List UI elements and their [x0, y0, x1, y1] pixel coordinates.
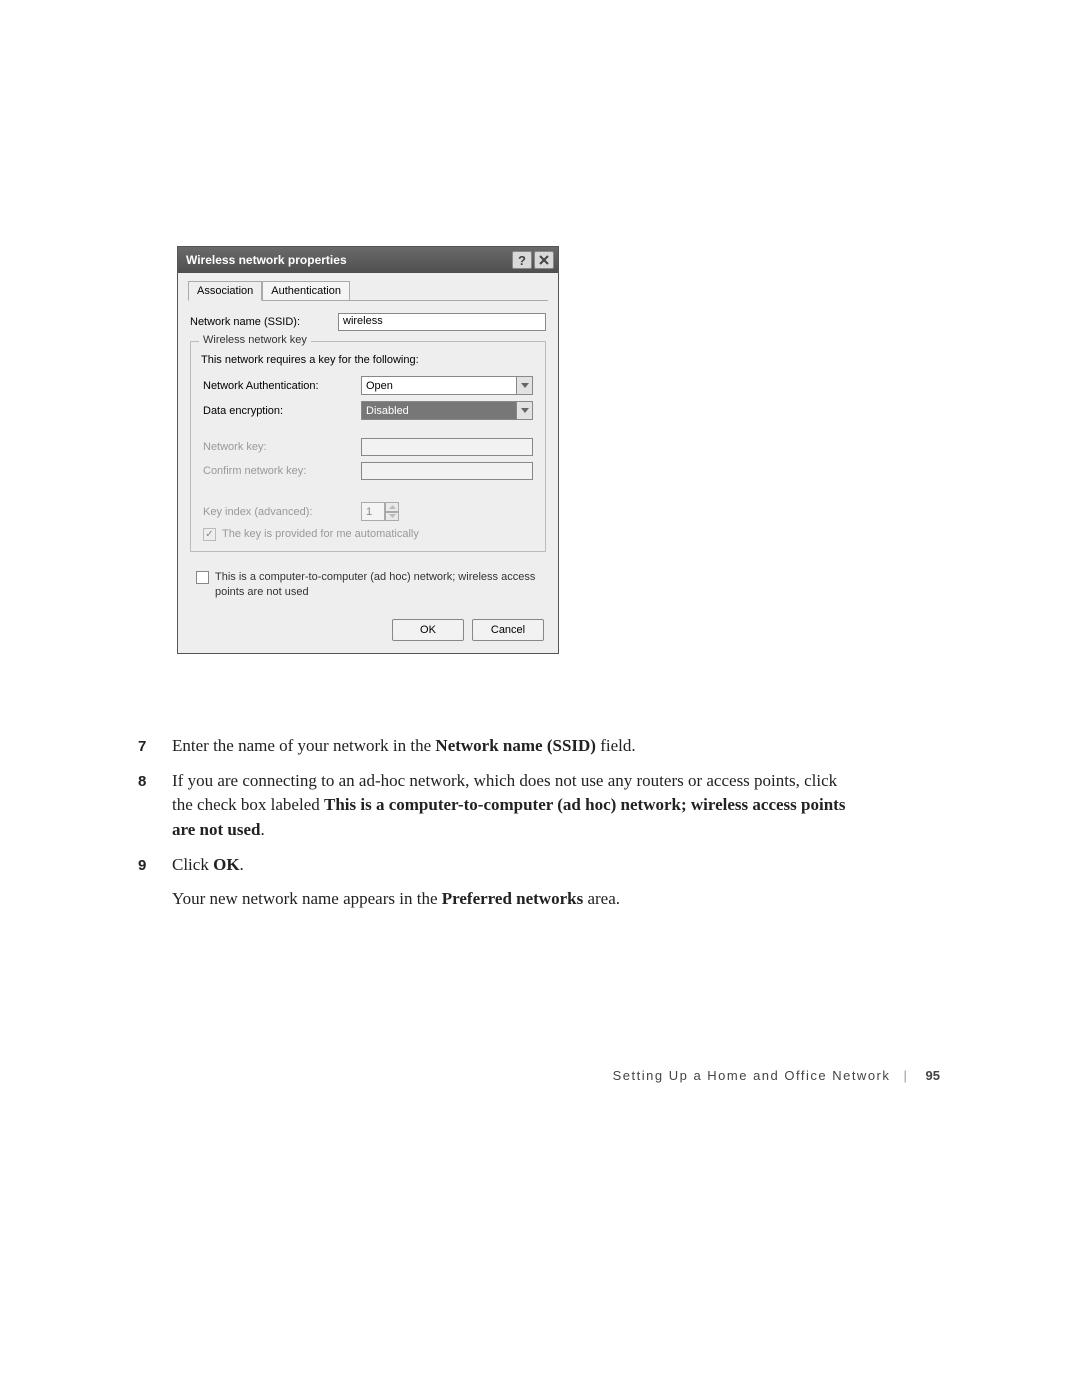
encryption-label: Data encryption: [203, 405, 361, 417]
confirm-key-label: Confirm network key: [203, 465, 361, 477]
spinner-down-icon [385, 512, 399, 522]
wireless-properties-dialog: Wireless network properties ? Associatio… [177, 246, 559, 654]
step-continuation: Your new network name appears in the Pre… [172, 887, 858, 912]
adhoc-label: This is a computer-to-computer (ad hoc) … [215, 570, 540, 599]
key-index-label: Key index (advanced): [203, 506, 361, 518]
chevron-down-icon[interactable] [517, 401, 533, 420]
auto-key-checkbox [203, 528, 216, 541]
ok-button[interactable]: OK [392, 619, 464, 641]
page-number: 95 [926, 1068, 940, 1083]
chevron-down-icon[interactable] [517, 376, 533, 395]
step-text: Enter the name of your network in the Ne… [172, 734, 858, 759]
footer-section: Setting Up a Home and Office Network [613, 1068, 891, 1083]
wireless-key-fieldset: Wireless network key This network requir… [190, 341, 546, 552]
dialog-title: Wireless network properties [186, 253, 347, 267]
spinner-up-icon [385, 502, 399, 512]
step-number: 8 [138, 769, 172, 843]
step-number: 7 [138, 734, 172, 759]
auth-label: Network Authentication: [203, 380, 361, 392]
step-text: Click OK. [172, 853, 858, 878]
step-text: If you are connecting to an ad-hoc netwo… [172, 769, 858, 843]
confirm-key-input [361, 462, 533, 480]
titlebar: Wireless network properties ? [178, 247, 558, 273]
ssid-input[interactable]: wireless [338, 313, 546, 331]
network-key-label: Network key: [203, 441, 361, 453]
fieldset-hint: This network requires a key for the foll… [201, 354, 535, 366]
auth-select[interactable]: Open [361, 376, 517, 395]
encryption-select[interactable]: Disabled [361, 401, 517, 420]
cancel-button[interactable]: Cancel [472, 619, 544, 641]
key-index-spinner: 1 [361, 502, 399, 521]
tab-association[interactable]: Association [188, 281, 262, 301]
help-button[interactable]: ? [512, 251, 532, 269]
tabstrip: Association Authentication [188, 281, 548, 301]
key-index-value: 1 [361, 502, 385, 521]
tab-authentication[interactable]: Authentication [262, 281, 350, 300]
network-key-input [361, 438, 533, 456]
adhoc-checkbox[interactable] [196, 571, 209, 584]
instruction-list: 7 Enter the name of your network in the … [138, 730, 858, 922]
auto-key-label: The key is provided for me automatically [222, 527, 419, 541]
close-button[interactable] [534, 251, 554, 269]
fieldset-legend: Wireless network key [199, 334, 311, 346]
ssid-label: Network name (SSID): [190, 316, 338, 328]
page-footer: Setting Up a Home and Office Network | 9… [0, 1068, 1080, 1083]
step-number: 9 [138, 853, 172, 878]
